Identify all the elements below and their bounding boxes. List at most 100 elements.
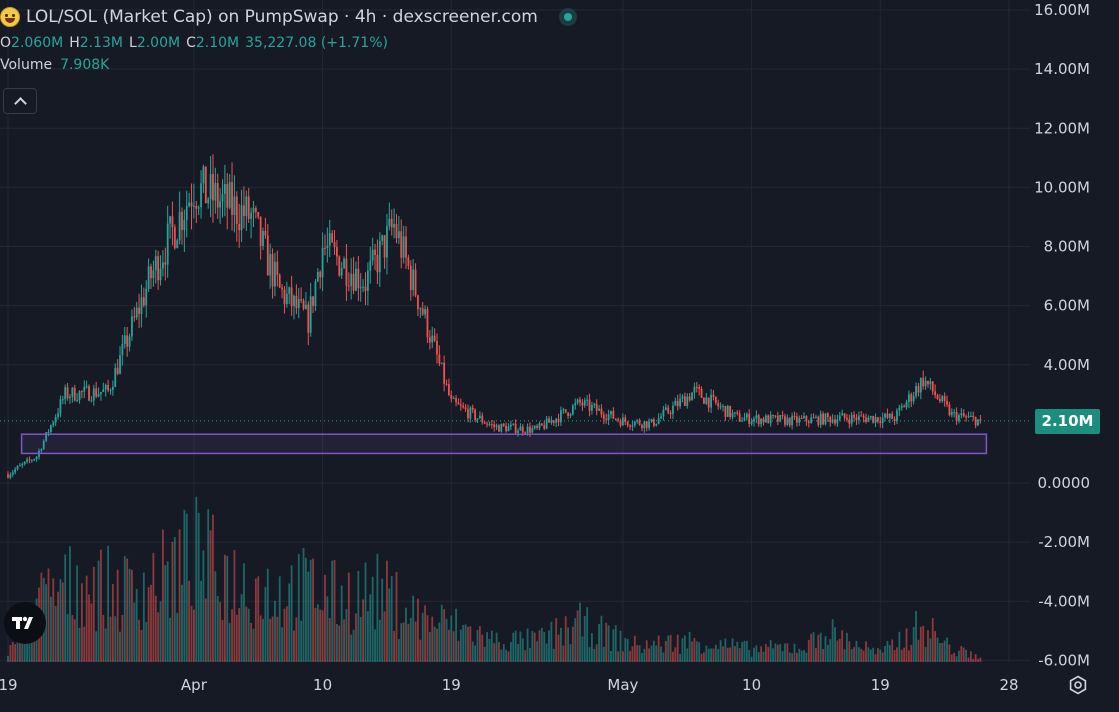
x-tick-label: 19 bbox=[442, 676, 461, 694]
volume-bar bbox=[955, 656, 958, 662]
candle-body bbox=[586, 399, 589, 401]
candle-body bbox=[366, 270, 369, 291]
candle-body bbox=[95, 388, 98, 397]
candle-body bbox=[176, 240, 179, 249]
open-value: 2.060M bbox=[11, 35, 64, 51]
candle-body bbox=[888, 413, 891, 418]
x-tick-label: 10 bbox=[313, 676, 332, 694]
candle-body bbox=[705, 397, 708, 404]
candle-body bbox=[860, 415, 863, 417]
candle-body bbox=[633, 421, 636, 426]
candle-body bbox=[119, 355, 121, 374]
candle-body bbox=[309, 296, 312, 333]
volume-bar bbox=[297, 554, 300, 662]
volume-bar bbox=[195, 496, 198, 662]
collapse-legend-button[interactable] bbox=[3, 88, 37, 114]
volume-bar bbox=[364, 562, 367, 662]
candle-body bbox=[741, 420, 743, 422]
volume-bar bbox=[629, 650, 631, 662]
candle-body bbox=[540, 423, 543, 426]
volume-bar bbox=[264, 586, 267, 662]
volume-bar bbox=[586, 607, 589, 662]
volume-bar bbox=[324, 574, 326, 662]
volume-bar bbox=[393, 630, 395, 662]
volume-bar bbox=[622, 651, 624, 662]
volume-bar bbox=[107, 545, 109, 662]
volume-bar bbox=[946, 637, 948, 662]
candle-body bbox=[946, 400, 948, 405]
candle-body bbox=[824, 413, 827, 425]
tradingview-logo-icon[interactable] bbox=[4, 602, 46, 644]
y-tick-label: 0.0000 bbox=[1038, 474, 1091, 492]
volume-legend: Volume 7.908K bbox=[0, 54, 572, 76]
volume-bar bbox=[936, 637, 939, 662]
volume-bar bbox=[235, 614, 238, 662]
gear-icon[interactable] bbox=[1066, 673, 1090, 697]
candle-body bbox=[421, 308, 424, 315]
candle-body bbox=[374, 249, 376, 255]
candle-body bbox=[414, 269, 417, 296]
candle-body bbox=[531, 428, 534, 433]
candle-body bbox=[803, 415, 805, 419]
volume-bar bbox=[133, 602, 136, 662]
candle-body bbox=[355, 268, 357, 291]
candle-body bbox=[672, 405, 674, 415]
volume-bar bbox=[371, 576, 374, 662]
candle-body bbox=[452, 398, 455, 400]
candle-body bbox=[767, 415, 770, 424]
volume-bar bbox=[784, 643, 786, 662]
volume-bar bbox=[736, 641, 739, 662]
volume-bar bbox=[810, 633, 813, 662]
candle-body bbox=[543, 425, 546, 429]
volume-bar bbox=[583, 615, 586, 662]
candle-body bbox=[376, 254, 379, 273]
candle-body bbox=[862, 415, 865, 418]
volume-bar bbox=[450, 615, 453, 662]
candle-body bbox=[197, 207, 200, 209]
volume-bar bbox=[219, 602, 222, 662]
candle-body bbox=[400, 231, 403, 258]
volume-bar bbox=[176, 612, 179, 662]
x-axis[interactable]: 19 Apr 10 19 May 10 19 28 bbox=[0, 676, 1019, 694]
candle-body bbox=[641, 424, 643, 429]
candle-body bbox=[738, 413, 741, 422]
volume-bar bbox=[788, 652, 791, 662]
volume-bar bbox=[960, 645, 963, 662]
chevron-up-icon bbox=[13, 96, 27, 110]
candle-body bbox=[865, 417, 867, 422]
candle-body bbox=[438, 354, 441, 364]
candle-body bbox=[521, 426, 524, 433]
volume-bar bbox=[836, 640, 839, 662]
candle-body bbox=[26, 459, 28, 462]
volume-bar bbox=[674, 647, 677, 662]
volume-bar bbox=[664, 640, 667, 662]
volume-bar bbox=[805, 652, 808, 662]
volume-bar bbox=[462, 624, 465, 662]
candle-body bbox=[314, 281, 317, 306]
candle-body bbox=[562, 409, 565, 411]
candle-body bbox=[664, 407, 667, 410]
candle-body bbox=[295, 295, 298, 309]
support-zone-rectangle[interactable] bbox=[20, 433, 988, 455]
volume-bar bbox=[436, 628, 438, 662]
volume-bar bbox=[579, 602, 581, 662]
volume-bar bbox=[328, 618, 331, 662]
candle-body bbox=[319, 271, 322, 278]
candle-body bbox=[517, 430, 519, 433]
volume-bar bbox=[877, 648, 879, 662]
candle-body bbox=[97, 394, 100, 397]
candle-body bbox=[896, 410, 898, 422]
candle-body bbox=[345, 258, 348, 286]
candle-body bbox=[941, 396, 944, 402]
volume-bar bbox=[11, 642, 14, 662]
volume-bar bbox=[185, 513, 188, 662]
market-cap-chart[interactable]: 16.00M 14.00M 12.00M 10.00M 8.00M 6.00M 4.00M 0… bbox=[0, 0, 1119, 712]
volume-bar bbox=[714, 644, 717, 662]
candle-body bbox=[467, 409, 469, 419]
volume-bar bbox=[386, 560, 388, 662]
volume-bar bbox=[912, 627, 915, 662]
low-label: L bbox=[129, 35, 137, 51]
volume-bar bbox=[459, 629, 462, 662]
y-axis[interactable]: 16.00M 14.00M 12.00M 10.00M 8.00M 6.00M 4.00M 0… bbox=[1034, 1, 1090, 669]
candle-body bbox=[610, 410, 612, 415]
